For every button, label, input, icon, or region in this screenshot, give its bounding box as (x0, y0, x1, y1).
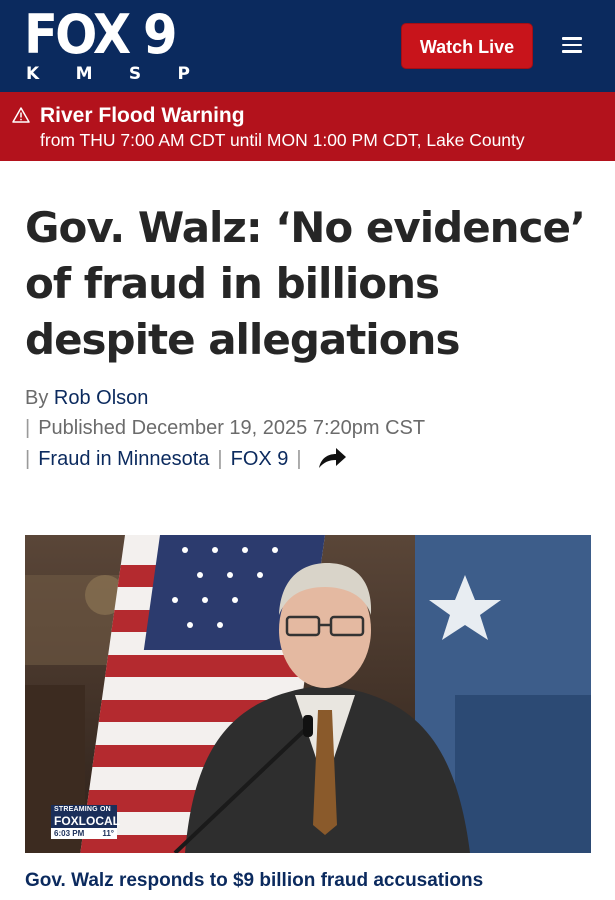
article-headline: Gov. Walz: ‘No evidence’ of fraud in bil… (25, 203, 586, 364)
hamburger-menu-icon[interactable] (562, 37, 582, 55)
bug-streaming-label: STREAMING ON (51, 805, 117, 814)
logo-letter: K (26, 64, 40, 84)
share-arrow-icon[interactable] (316, 444, 348, 472)
logo-call-letters: K M S P (26, 64, 196, 84)
topic-link[interactable]: Fraud in Minnesota (38, 448, 209, 470)
logo-wordmark: FOX 9 (24, 3, 178, 66)
published-line: | Published December 19, 2025 7:20pm CST (25, 417, 426, 439)
author-link[interactable]: Rob Olson (54, 387, 149, 409)
bug-temp: 11° (102, 829, 114, 838)
article-hero-image[interactable]: STREAMING ON FOXLOCAL 6:03 PM 11° (25, 535, 591, 853)
published-label: Published (38, 417, 127, 439)
logo-letter: P (177, 64, 190, 84)
logo-letter: M (75, 64, 93, 84)
alert-detail: from THU 7:00 AM CDT until MON 1:00 PM C… (40, 130, 525, 150)
bug-time: 6:03 PM (54, 829, 85, 838)
published-date: December 19, 2025 7:20pm CST (131, 417, 426, 439)
bug-time-temp: 6:03 PM 11° (51, 828, 117, 839)
alert-title: River Flood Warning (40, 104, 245, 127)
byline-prefix: By (25, 387, 49, 409)
topic-line: | Fraud in Minnesota | FOX 9 | (25, 445, 348, 474)
logo-letter: S (128, 64, 142, 84)
bug-brand: FOXLOCAL (51, 814, 120, 828)
source-link[interactable]: FOX 9 (231, 448, 289, 470)
weather-alert-banner[interactable]: River Flood Warning from THU 7:00 AM CDT… (0, 92, 615, 161)
byline: By Rob Olson (25, 384, 148, 412)
fox9-logo[interactable]: FOX 9 K M S P (24, 6, 194, 86)
fox-local-bug: STREAMING ON FOXLOCAL 6:03 PM 11° (51, 805, 120, 845)
watch-live-button[interactable]: Watch Live (401, 23, 533, 69)
site-header: FOX 9 K M S P Watch Live (0, 0, 615, 92)
warning-triangle-icon (12, 107, 30, 123)
image-caption[interactable]: Gov. Walz responds to $9 billion fraud a… (25, 870, 483, 892)
